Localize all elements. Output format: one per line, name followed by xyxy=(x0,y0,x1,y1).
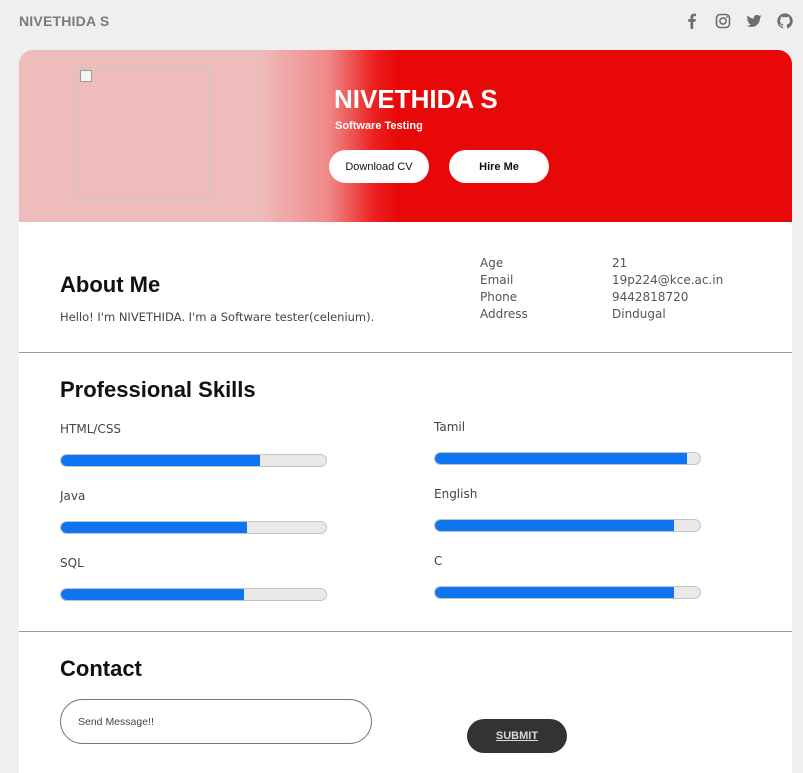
info-value: 19p224@kce.ac.in xyxy=(612,273,724,287)
skill-progress-fill xyxy=(61,522,247,533)
skill-name: Java xyxy=(60,489,86,503)
info-row-email: Email 19p224@kce.ac.in xyxy=(480,273,780,290)
instagram-icon[interactable] xyxy=(715,13,731,29)
download-cv-button[interactable]: Download CV xyxy=(329,150,429,183)
skill-name: Tamil xyxy=(434,420,466,434)
skill-english: English xyxy=(434,487,701,537)
info-row-phone: Phone 9442818720 xyxy=(480,290,780,307)
skill-java: Java xyxy=(60,489,327,539)
info-key: Age xyxy=(480,256,504,270)
brand-name: NIVETHIDA S xyxy=(19,13,110,29)
contact-title: Contact xyxy=(60,656,142,681)
skill-sql: SQL xyxy=(60,556,327,606)
info-key: Email xyxy=(480,273,514,287)
broken-image-icon xyxy=(80,70,92,82)
submit-button[interactable]: SUBMIT xyxy=(467,719,567,753)
skill-progress-fill xyxy=(61,589,244,600)
skill-progress-fill xyxy=(435,587,674,598)
skill-html-css: HTML/CSS xyxy=(60,422,327,472)
skill-progress-bar xyxy=(434,452,701,465)
section-divider xyxy=(19,352,792,353)
info-key: Phone xyxy=(480,290,518,304)
skills-title: Professional Skills xyxy=(60,377,256,402)
info-row-age: Age 21 xyxy=(480,256,780,273)
info-value: 21 xyxy=(612,256,628,270)
social-links xyxy=(684,13,793,29)
section-divider xyxy=(19,631,792,632)
top-bar: NIVETHIDA S xyxy=(0,0,803,48)
info-value: Dindugal xyxy=(612,307,666,321)
skill-progress-fill xyxy=(61,455,260,466)
hire-me-button[interactable]: Hire Me xyxy=(449,150,549,183)
skill-progress-bar xyxy=(434,519,701,532)
skill-name: English xyxy=(434,487,478,501)
hero-role: Software Testing xyxy=(335,120,423,132)
skill-tamil: Tamil xyxy=(434,420,701,470)
skill-progress-bar xyxy=(60,588,327,601)
profile-photo xyxy=(77,67,210,200)
about-text: Hello! I'm NIVETHIDA. I'm a Software tes… xyxy=(60,310,375,324)
skill-progress-fill xyxy=(435,453,687,464)
hero-name: NIVETHIDA S xyxy=(334,84,498,114)
skill-c: C xyxy=(434,554,701,604)
info-row-address: Address Dindugal xyxy=(480,307,780,324)
info-key: Address xyxy=(480,307,528,321)
skill-name: HTML/CSS xyxy=(60,422,122,436)
hero-banner: NIVETHIDA S Software Testing Download CV… xyxy=(19,50,792,222)
skill-name: SQL xyxy=(60,556,84,570)
facebook-icon[interactable] xyxy=(684,13,700,29)
skill-progress-bar xyxy=(60,521,327,534)
personal-info: Age 21 Email 19p224@kce.ac.in Phone 9442… xyxy=(480,256,780,324)
skill-progress-fill xyxy=(435,520,674,531)
skill-progress-bar xyxy=(434,586,701,599)
github-icon[interactable] xyxy=(777,13,793,29)
skill-name: C xyxy=(434,554,443,568)
about-title: About Me xyxy=(60,272,161,297)
resume-card: NIVETHIDA S Software Testing Download CV… xyxy=(19,50,792,773)
message-input[interactable] xyxy=(60,699,372,744)
info-value: 9442818720 xyxy=(612,290,689,304)
skill-progress-bar xyxy=(60,454,327,467)
twitter-icon[interactable] xyxy=(746,13,762,29)
